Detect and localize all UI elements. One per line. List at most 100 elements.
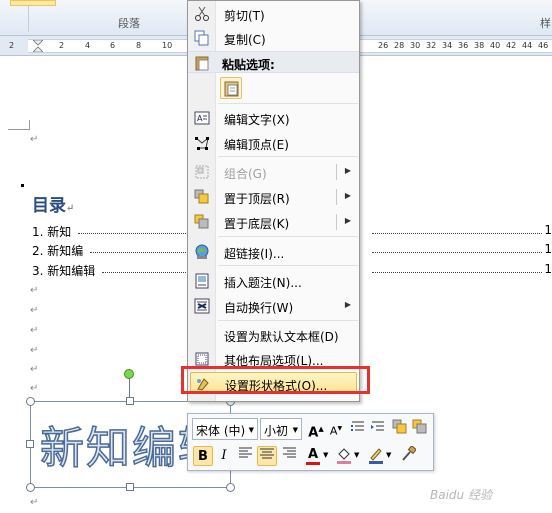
anchor-dot: [21, 184, 24, 187]
menu-item-cut[interactable]: 剪切(T): [190, 3, 357, 25]
toc-page-number: 1: [544, 242, 552, 256]
align-right-button[interactable]: [279, 446, 299, 466]
ruler-number: 32: [426, 41, 437, 50]
toc-dot-leader: [372, 233, 542, 234]
ruler-number: 28: [394, 41, 405, 50]
ruler-number: 46: [538, 41, 549, 50]
submenu-divider: [336, 214, 337, 230]
ruler-number: 38: [474, 41, 485, 50]
submenu-divider: [336, 189, 337, 205]
chevron-down-icon[interactable]: ▼: [323, 451, 328, 459]
resize-handle-top-left[interactable]: [26, 397, 35, 406]
paragraph-mark: ↵: [30, 134, 39, 145]
resize-handle-bottom[interactable]: [126, 483, 134, 491]
font-size-combo[interactable]: 小初 ▼: [260, 418, 302, 440]
submenu-arrow-icon: ▶: [344, 166, 351, 175]
font-name-combo[interactable]: 宋体 (中) ▼: [192, 418, 258, 440]
paragraph-mark: ↵: [30, 383, 39, 394]
ruler-number: 36: [458, 41, 469, 50]
submenu-arrow-icon: ▶: [344, 300, 351, 309]
resize-handle-left[interactable]: [26, 440, 34, 448]
caption-icon: [195, 273, 209, 289]
paste-options-header: 粘贴选项:: [188, 51, 359, 73]
ruler-number: 10: [162, 41, 173, 50]
chevron-down-icon: ▼: [292, 426, 298, 434]
align-left-icon: [239, 447, 252, 458]
ruler-number: 2: [9, 41, 15, 50]
bold-button[interactable]: B: [193, 446, 213, 466]
shape-outline-button[interactable]: [366, 446, 386, 466]
submenu-divider: [336, 164, 337, 180]
list-bullets-icon: [351, 421, 364, 431]
align-left-button[interactable]: [236, 446, 256, 466]
send-to-back-icon: [194, 214, 209, 229]
grow-font-button[interactable]: A▲: [306, 419, 326, 440]
paste-keep-format-button[interactable]: [220, 77, 242, 99]
context-menu: 剪切(T) 复制(C) 粘贴选项: A 编辑文字(X) 编辑顶点(E) 组合(G…: [187, 0, 360, 402]
menu-item-wrap-text[interactable]: 自动换行(W) ▶: [190, 295, 357, 317]
menu-item-insert-caption[interactable]: 插入题注(N)...: [190, 270, 357, 292]
align-center-icon: [260, 448, 274, 459]
resize-handle-bottom-left[interactable]: [26, 483, 35, 492]
align-center-button[interactable]: [257, 446, 277, 466]
indent-button[interactable]: [368, 419, 388, 439]
bring-to-front-icon: [194, 189, 209, 204]
ruler-number: 4: [85, 41, 91, 50]
menu-item-set-default-textbox[interactable]: 设置为默认文本框(D): [190, 324, 357, 346]
menu-item-group[interactable]: 组合(G) ▶: [190, 161, 357, 183]
toc-entry-label: 2. 新知编: [32, 244, 84, 258]
resize-handle-bottom-right[interactable]: [226, 483, 235, 492]
svg-text:A: A: [197, 114, 203, 123]
bring-forward-icon: [392, 419, 407, 434]
menu-item-bring-to-front[interactable]: 置于顶层(R) ▶: [190, 186, 357, 208]
toc-dot-leader: [372, 272, 542, 273]
rotation-handle[interactable]: [124, 369, 134, 379]
margin-corner-mark: [8, 120, 30, 130]
ruler-number: 40: [490, 41, 501, 50]
scissors-icon: [195, 6, 209, 21]
menu-item-edit-text[interactable]: A 编辑文字(X): [190, 107, 357, 129]
shape-fill-button[interactable]: [334, 446, 354, 466]
ribbon-separator: [28, 2, 29, 32]
copy-icon: [194, 30, 209, 46]
align-right-icon: [283, 447, 296, 458]
indent-marker-icon[interactable]: [33, 40, 43, 52]
edit-points-icon: [195, 136, 209, 150]
indent-icon: [371, 421, 384, 431]
menu-item-send-to-back[interactable]: 置于底层(K) ▶: [190, 211, 357, 233]
highlight-frame: [181, 366, 370, 394]
format-painter-button[interactable]: [398, 445, 418, 466]
send-backward-button[interactable]: [410, 419, 430, 439]
ruler-number: 42: [506, 41, 517, 50]
toc-entry-label: 3. 新知编辑: [32, 264, 96, 278]
ruler-number: 6: [110, 41, 116, 50]
menu-item-copy[interactable]: 复制(C): [190, 27, 357, 49]
ribbon-button-fragment[interactable]: [10, 0, 56, 6]
wrap-text-icon: [194, 298, 210, 314]
ruler-number: 2: [59, 41, 65, 50]
shrink-font-button[interactable]: A▼: [326, 419, 346, 439]
toc-page-number: 1: [544, 262, 552, 276]
clear-format-button[interactable]: [348, 419, 368, 439]
font-color-button[interactable]: A: [303, 445, 323, 465]
paragraph-group-label: 段落: [118, 17, 140, 30]
hyperlink-globe-icon: [195, 244, 209, 259]
chevron-down-icon[interactable]: ▼: [386, 451, 391, 459]
clipboard-icon: [195, 56, 209, 71]
pen-outline-icon: [369, 448, 383, 464]
menu-item-edit-points[interactable]: 编辑顶点(E): [190, 132, 357, 154]
menu-item-hyperlink[interactable]: 超链接(I)...: [190, 241, 357, 263]
submenu-arrow-icon: ▶: [344, 216, 351, 225]
menu-separator: [218, 265, 358, 266]
mini-toolbar: 宋体 (中) ▼ 小初 ▼ A▲ A▼ B I A ▼ ▼ ▼: [187, 413, 434, 471]
resize-handle-top[interactable]: [126, 397, 134, 405]
ruler-number: 26: [378, 41, 389, 50]
italic-button[interactable]: I: [214, 446, 234, 466]
paragraph-mark: ↵: [30, 497, 39, 508]
chevron-down-icon[interactable]: ▼: [354, 451, 359, 459]
paint-bucket-icon: [337, 448, 351, 464]
toc-page-number: 1: [544, 223, 552, 237]
bring-forward-button[interactable]: [390, 419, 410, 439]
menu-separator: [218, 236, 358, 237]
toc-entry-label: 1. 新知: [32, 225, 72, 239]
